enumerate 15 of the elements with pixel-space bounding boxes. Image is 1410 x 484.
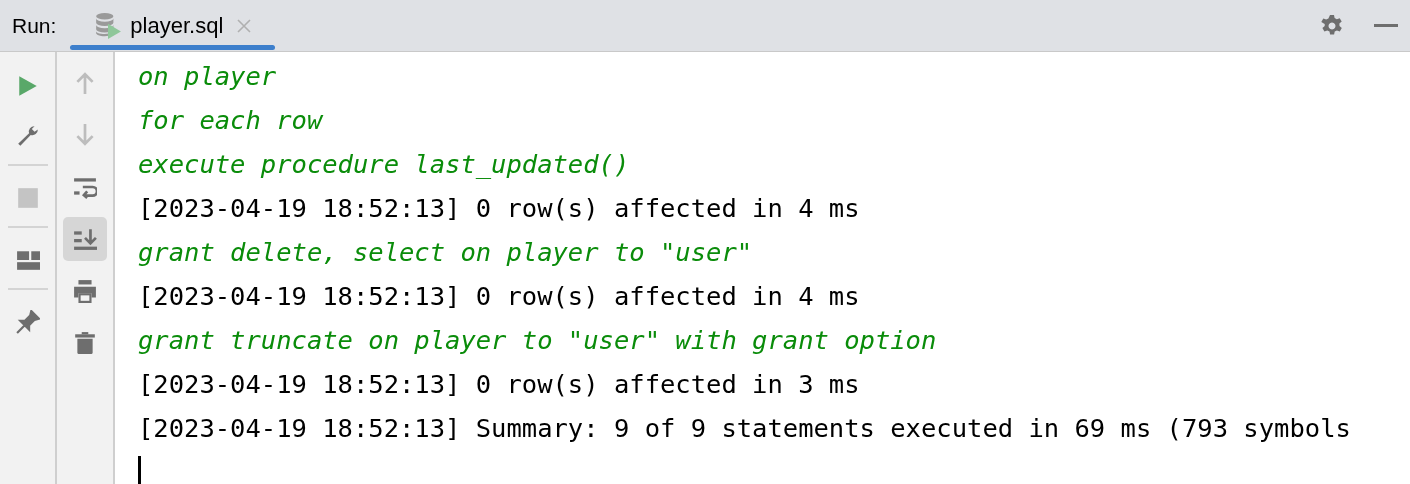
database-run-icon [94, 11, 123, 40]
sql-statement: grant delete, select on player to "user" [138, 236, 754, 269]
sql-statement: grant truncate on player to "user" with grant option [138, 324, 938, 357]
sql-statement: for each row [138, 104, 325, 137]
log-message: [2023-04-19 18:52:13] 0 row(s) affected in 3 ms [138, 368, 861, 401]
log-message: [2023-04-19 18:52:13] 0 row(s) affected in 4 ms [138, 192, 861, 225]
sql-statement: on player [138, 60, 278, 93]
run-label: Run: [12, 13, 57, 38]
settings-icon[interactable] [1320, 13, 1344, 38]
log-message: [2023-04-19 18:52:13] Summary: 9 of 9 statements executed in 69 ms (793 symbols [138, 412, 1352, 445]
scroll-to-end-icon[interactable] [63, 217, 107, 261]
log-message: [2023-04-19 18:52:13] 0 row(s) affected in 4 ms [138, 280, 861, 313]
text-cursor [138, 456, 141, 484]
sql-statement: execute procedure last_updated() [138, 148, 631, 181]
tab[interactable]: player.sql [70, 0, 276, 51]
